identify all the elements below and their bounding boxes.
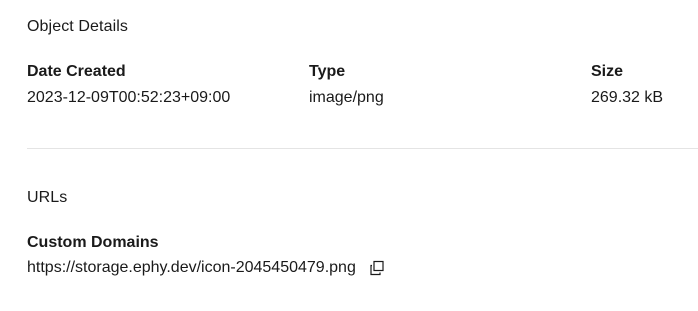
custom-domains-label: Custom Domains <box>27 234 159 251</box>
date-created-label: Date Created <box>27 63 126 80</box>
size-value: 269.32 kB <box>591 89 664 106</box>
custom-domain-url[interactable]: https://storage.ephy.dev/icon-2045450479… <box>27 259 356 277</box>
custom-domain-url-row: https://storage.ephy.dev/icon-2045450479… <box>27 259 386 277</box>
date-created-value: 2023-12-09T00:52:23+09:00 <box>27 89 231 106</box>
urls-title: URLs <box>27 189 68 206</box>
type-value: image/png <box>309 89 384 106</box>
type-label: Type <box>309 63 346 80</box>
object-details-title: Object Details <box>27 18 128 35</box>
copy-icon-graphic <box>370 260 384 276</box>
copy-icon[interactable] <box>368 259 386 277</box>
size-label: Size <box>591 63 624 80</box>
section-divider <box>27 148 698 149</box>
